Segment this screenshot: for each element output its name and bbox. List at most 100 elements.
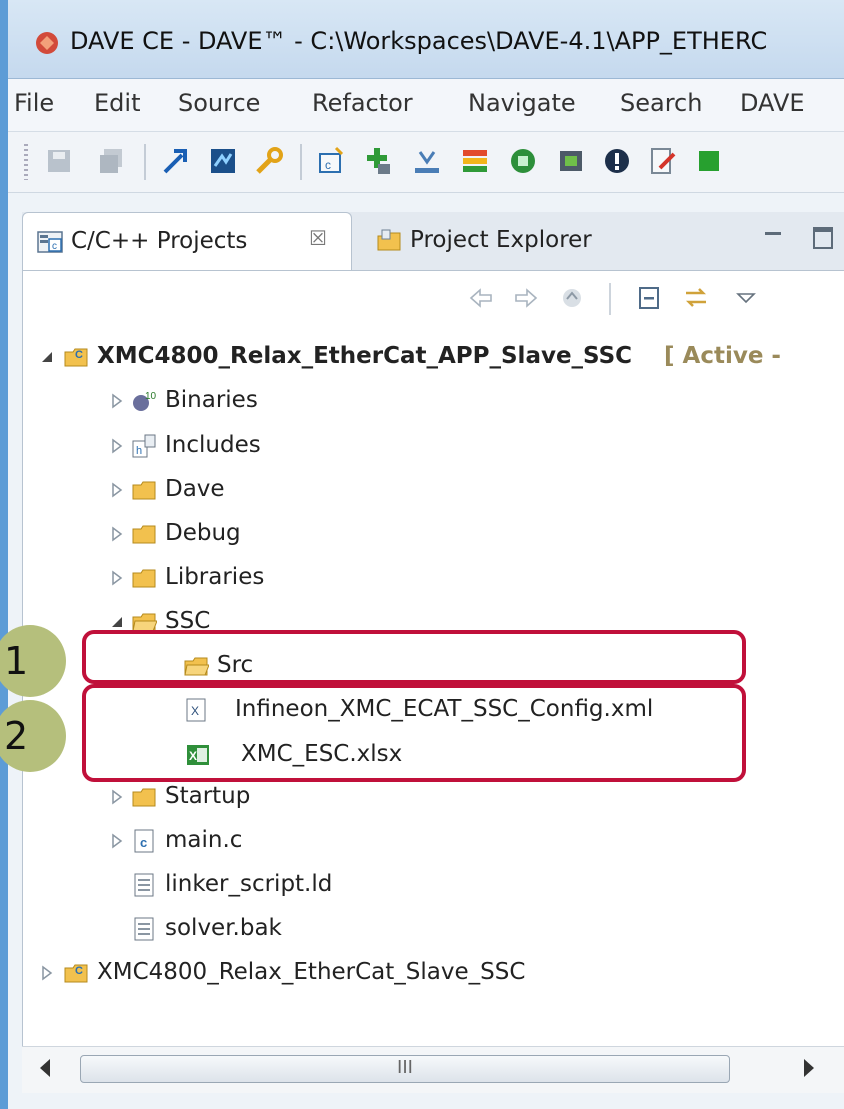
folder-icon bbox=[132, 525, 156, 544]
menu-dave[interactable]: DAVE bbox=[740, 89, 805, 117]
tab-c-cpp-projects-label: C/C++ Projects bbox=[71, 228, 248, 254]
link-with-editor-icon[interactable] bbox=[683, 285, 709, 311]
collapsed-arrow-icon[interactable] bbox=[109, 789, 125, 805]
collapsed-arrow-icon[interactable] bbox=[109, 482, 125, 498]
wrench-icon[interactable] bbox=[254, 146, 284, 176]
collapse-all-icon[interactable] bbox=[637, 285, 663, 311]
tab-c-cpp-projects[interactable]: c C/C++ Projects ☒ bbox=[22, 212, 352, 270]
tree-item-label: Libraries bbox=[165, 564, 265, 590]
svg-text:C: C bbox=[75, 965, 83, 977]
back-icon[interactable] bbox=[468, 285, 494, 311]
menu-edit[interactable]: Edit bbox=[94, 89, 140, 117]
c-projects-view-icon: c bbox=[37, 231, 63, 253]
tree-project-root[interactable]: C XMC4800_Relax_EtherCat_APP_Slave_SSC [… bbox=[23, 337, 844, 377]
dave-generate-icon[interactable] bbox=[208, 146, 238, 176]
minimize-icon[interactable] bbox=[762, 226, 784, 248]
save-all-icon[interactable] bbox=[96, 146, 126, 176]
collapsed-arrow-icon[interactable] bbox=[109, 393, 125, 409]
build-icon[interactable] bbox=[160, 146, 190, 176]
tab-project-explorer-label: Project Explorer bbox=[410, 227, 592, 253]
collapsed-arrow-icon[interactable] bbox=[109, 570, 125, 586]
tree-item-label: Debug bbox=[165, 520, 241, 546]
tree-item-label: Dave bbox=[165, 476, 225, 502]
chip-icon[interactable] bbox=[694, 146, 724, 176]
forward-icon[interactable] bbox=[513, 285, 539, 311]
tree-item-label: solver.bak bbox=[165, 915, 282, 941]
c-project-icon: C bbox=[64, 964, 88, 983]
tree-item-binaries[interactable]: 10 Binaries bbox=[23, 381, 844, 421]
expanded-arrow-icon[interactable] bbox=[39, 349, 55, 365]
scrollbar-grip: III bbox=[397, 1057, 413, 1078]
toolbar-separator bbox=[300, 144, 302, 180]
import-icon[interactable] bbox=[412, 146, 442, 176]
view-toolbar-separator bbox=[609, 283, 611, 315]
up-icon[interactable] bbox=[559, 285, 585, 311]
tree-item-label: XMC4800_Relax_EtherCat_Slave_SSC bbox=[97, 959, 526, 985]
tree-item-label: Startup bbox=[165, 783, 251, 809]
svg-text:c: c bbox=[140, 835, 147, 850]
text-file-icon bbox=[134, 873, 154, 897]
tree-item-label: main.c bbox=[165, 827, 243, 853]
dave-app-icon bbox=[36, 32, 58, 54]
tree-item-includes[interactable]: h Includes bbox=[23, 426, 844, 466]
memory-icon[interactable] bbox=[556, 146, 586, 176]
svg-text:c: c bbox=[325, 158, 331, 172]
new-c-project-icon[interactable]: c bbox=[316, 146, 346, 176]
toolbar-grip[interactable] bbox=[24, 144, 28, 180]
c-file-icon: c bbox=[134, 829, 154, 853]
collapsed-arrow-icon[interactable] bbox=[109, 833, 125, 849]
callout-number: 1 bbox=[4, 639, 29, 683]
includes-icon: h bbox=[132, 434, 156, 458]
tree-project-second[interactable]: C XMC4800_Relax_EtherCat_Slave_SSC bbox=[23, 953, 844, 993]
horizontal-scrollbar[interactable]: III bbox=[22, 1046, 844, 1093]
menu-file[interactable]: File bbox=[14, 89, 54, 117]
menu-search[interactable]: Search bbox=[620, 89, 702, 117]
collapsed-arrow-icon[interactable] bbox=[109, 526, 125, 542]
callout-number: 2 bbox=[4, 714, 29, 758]
active-configuration-label: [ Active - bbox=[664, 343, 781, 369]
save-icon[interactable] bbox=[44, 146, 74, 176]
menu-refactor[interactable]: Refactor bbox=[312, 89, 413, 117]
menu-source[interactable]: Source bbox=[178, 89, 260, 117]
add-app-icon[interactable] bbox=[364, 146, 394, 176]
collapsed-arrow-icon[interactable] bbox=[39, 965, 55, 981]
scrollbar-thumb[interactable]: III bbox=[80, 1055, 730, 1083]
maximize-icon[interactable] bbox=[812, 226, 834, 250]
tree-item-label: Includes bbox=[165, 432, 261, 458]
layers-icon[interactable] bbox=[460, 146, 490, 176]
svg-text:C: C bbox=[75, 349, 83, 361]
alert-icon[interactable] bbox=[602, 146, 632, 176]
tree-item-label: Binaries bbox=[165, 387, 258, 413]
menu-navigate[interactable]: Navigate bbox=[468, 89, 576, 117]
tree-item-libraries[interactable]: Libraries bbox=[23, 558, 844, 598]
green-chip-icon[interactable] bbox=[508, 146, 538, 176]
project-explorer-icon bbox=[377, 229, 401, 251]
svg-text:h: h bbox=[136, 445, 142, 457]
title-bar: DAVE CE - DAVE™ - C:\Workspaces\DAVE-4.1… bbox=[8, 0, 844, 79]
expanded-arrow-icon[interactable] bbox=[109, 614, 125, 630]
tree-item-solver-bak[interactable]: solver.bak bbox=[23, 909, 844, 949]
view-menu-icon[interactable] bbox=[733, 285, 759, 311]
tree-item-main-c[interactable]: c main.c bbox=[23, 821, 844, 861]
tree-item-startup[interactable]: Startup bbox=[23, 777, 844, 817]
collapsed-arrow-icon[interactable] bbox=[109, 438, 125, 454]
window-title: DAVE CE - DAVE™ - C:\Workspaces\DAVE-4.1… bbox=[70, 27, 768, 55]
tree-item-linker-script[interactable]: linker_script.ld bbox=[23, 865, 844, 905]
view-tab-bar: c C/C++ Projects ☒ Project Explorer bbox=[22, 212, 844, 270]
tree-item-debug[interactable]: Debug bbox=[23, 514, 844, 554]
callout-box-files bbox=[82, 684, 746, 782]
callout-box-src bbox=[82, 630, 746, 684]
svg-text:c: c bbox=[52, 241, 57, 252]
tab-project-explorer[interactable]: Project Explorer bbox=[362, 212, 622, 270]
edit-icon[interactable] bbox=[648, 146, 678, 176]
tree-item-label: linker_script.ld bbox=[165, 871, 333, 897]
folder-icon bbox=[132, 788, 156, 807]
menu-bar: File Edit Source Refactor Navigate Searc… bbox=[8, 79, 844, 132]
tree-item-dave[interactable]: Dave bbox=[23, 470, 844, 510]
scroll-right-icon[interactable] bbox=[804, 1059, 814, 1077]
c-project-icon: C bbox=[64, 348, 88, 367]
close-tab-icon[interactable]: ☒ bbox=[309, 226, 327, 250]
scroll-left-icon[interactable] bbox=[40, 1059, 50, 1077]
binaries-icon: 10 bbox=[133, 391, 157, 411]
folder-icon bbox=[132, 481, 156, 500]
